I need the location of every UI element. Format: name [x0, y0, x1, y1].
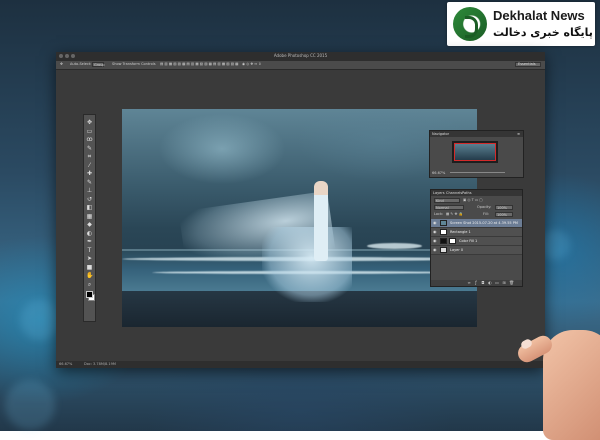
kind-filter-label: Kind	[436, 199, 444, 203]
layers-footer: ∞ ƒ ◘ ◐ ▭ ⊞ 🗑	[431, 280, 522, 286]
title-bar: Adobe Photoshop CC 2015	[56, 52, 545, 61]
visibility-eye-icon[interactable]: ◉	[433, 221, 437, 225]
layer-name: Color Fill 1	[459, 239, 478, 243]
tab-layers[interactable]: Layers	[433, 191, 445, 195]
marquee-icon[interactable]: ▭	[86, 128, 93, 135]
align-buttons-icon[interactable]: ▤ ▥ ▦ ▧ ▨ ▩ ▤ ▥ ▦ ▧ ▨ ▩ ▤ ▥ ▦ ▧ ▨ ▩	[160, 62, 238, 66]
layer-row[interactable]: ◉ Color Fill 1	[431, 237, 522, 246]
layer-mask-thumbnail[interactable]	[449, 238, 456, 244]
history-brush-icon[interactable]: ↺	[86, 196, 93, 203]
bandage-icon[interactable]: ✚	[86, 170, 93, 177]
blend-mode-value: Normal	[436, 206, 449, 210]
lock-label: Lock:	[434, 212, 444, 216]
layer-name: Screen Shot 2015-07-20 at 4.39.55 PM	[450, 221, 518, 225]
bokeh-light	[20, 300, 60, 340]
arrow-icon[interactable]: ➤	[86, 255, 93, 262]
woman-figure	[314, 181, 328, 261]
opacity-field[interactable]: 100%	[495, 205, 513, 210]
blend-mode-dropdown[interactable]: Normal	[434, 205, 464, 210]
layer-thumbnail[interactable]	[440, 238, 447, 244]
status-zoom[interactable]: 66.67%	[59, 362, 72, 366]
visibility-eye-icon[interactable]: ◉	[433, 248, 437, 252]
opacity-label: Opacity:	[477, 205, 492, 209]
navigator-zoom-slider[interactable]	[450, 172, 505, 173]
lock-icons[interactable]: ▦ ✎ ✥ 🔒	[446, 212, 463, 217]
type-icon[interactable]: T	[86, 247, 93, 254]
lasso-icon[interactable]: ꝏ	[86, 136, 93, 143]
layer-row[interactable]: ◉ Layer 0	[431, 246, 522, 255]
visibility-eye-icon[interactable]: ◉	[433, 239, 437, 243]
opacity-value: 100%	[497, 206, 508, 210]
blur-icon[interactable]: ◆	[86, 221, 93, 228]
navigator-zoom-value[interactable]: 66.67%	[432, 171, 445, 175]
document-canvas[interactable]	[122, 109, 477, 327]
link-layers-icon[interactable]: ∞	[467, 281, 471, 285]
layer-thumbnail[interactable]	[440, 247, 447, 253]
foreground-color-swatch[interactable]	[86, 291, 93, 298]
layer-style-icon[interactable]: ƒ	[474, 281, 478, 285]
move-tool-preset-icon[interactable]: ✥	[60, 62, 63, 66]
window-title: Adobe Photoshop CC 2015	[273, 53, 328, 58]
pen-icon[interactable]: ✒	[86, 238, 93, 245]
dodge-icon[interactable]: ◐	[86, 230, 93, 237]
stamp-icon[interactable]: ⊥	[86, 187, 93, 194]
delete-layer-icon[interactable]: 🗑	[509, 281, 514, 285]
rectangle-icon[interactable]: ■	[86, 264, 93, 271]
panel-menu-icon[interactable]: ≡	[517, 132, 520, 136]
photoshop-window: Adobe Photoshop CC 2015 ✥ Auto-Select: G…	[56, 52, 545, 368]
layers-panel: Layers Channels Paths Kind ▣ ◎ T ▭ ▢ Nor…	[430, 189, 523, 287]
eyedropper-icon[interactable]: ⁄	[86, 162, 93, 169]
visibility-eye-icon[interactable]: ◉	[433, 230, 437, 234]
brush-icon[interactable]: ✎	[86, 179, 93, 186]
workspace-dropdown[interactable]: Essentials	[515, 62, 541, 67]
navigator-panel: Navigator ≡ 66.67%	[429, 130, 524, 178]
auto-select-dropdown[interactable]: Group	[92, 62, 105, 67]
layers-tab-strip: Layers Channels Paths	[431, 190, 522, 196]
zoom-icon[interactable]: ⌕	[86, 281, 93, 288]
logo-title: Dekhalat News	[493, 8, 585, 23]
adjustment-layer-icon[interactable]: ◐	[488, 281, 492, 285]
new-layer-icon[interactable]: ⊞	[502, 281, 506, 285]
logo-mark-icon	[453, 7, 487, 41]
layer-row[interactable]: ◉ Rectangle 1	[431, 228, 522, 237]
logo-subtitle: پایگاه خبری دخالت	[493, 26, 593, 39]
tab-channels[interactable]: Channels	[446, 191, 462, 195]
navigator-tab-strip: Navigator ≡	[430, 131, 523, 137]
transform-controls-checkbox[interactable]: Show Transform Controls	[112, 62, 156, 66]
bokeh-light	[5, 380, 55, 430]
quick-select-icon[interactable]: ✎	[86, 145, 93, 152]
add-mask-icon[interactable]: ◘	[481, 281, 485, 285]
new-group-icon[interactable]: ▭	[495, 281, 499, 285]
fill-label: Fill:	[483, 212, 489, 216]
layer-row[interactable]: ◉ Screen Shot 2015-07-20 at 4.39.55 PM	[431, 219, 522, 228]
layer-thumbnail[interactable]	[440, 229, 447, 235]
tab-navigator[interactable]: Navigator	[432, 132, 449, 136]
tools-panel: ✥ ▭ ꝏ ✎ ⌗ ⁄ ✚ ✎ ⊥ ↺ ◧ ▦ ◆ ◐ ✒ T ➤ ■ ✋ ⌕	[83, 114, 96, 322]
fill-field[interactable]: 100%	[495, 212, 513, 217]
auto-select-value: Group	[94, 63, 105, 67]
layer-name: Layer 0	[450, 248, 464, 252]
navigator-preview[interactable]	[452, 141, 498, 163]
flowing-dress	[262, 227, 352, 302]
crop-icon[interactable]: ⌗	[86, 153, 93, 160]
watermark-logo: Dekhalat News پایگاه خبری دخالت	[447, 2, 595, 46]
layer-name: Rectangle 1	[450, 230, 471, 234]
status-bar: 66.67% Doc: 3.78M/8.19M	[56, 361, 545, 368]
auto-select-checkbox-label[interactable]: Auto-Select:	[70, 62, 91, 66]
move-icon[interactable]: ✥	[86, 119, 93, 126]
layer-thumbnail[interactable]	[440, 220, 447, 226]
eraser-icon[interactable]: ◧	[86, 204, 93, 211]
status-doc-size[interactable]: Doc: 3.78M/8.19M	[84, 362, 116, 366]
wave	[367, 243, 422, 249]
hand-icon[interactable]: ✋	[86, 272, 93, 279]
3d-mode-icon[interactable]: ◉ ◎ ✥ ⇔ ⇕	[242, 62, 261, 66]
gradient-icon[interactable]: ▦	[86, 213, 93, 220]
fill-value: 100%	[497, 213, 508, 217]
kind-filter-dropdown[interactable]: Kind	[434, 198, 460, 203]
tab-paths[interactable]: Paths	[462, 191, 472, 195]
filter-icons[interactable]: ▣ ◎ T ▭ ▢	[463, 198, 483, 203]
hand	[505, 322, 600, 440]
navigator-view-box[interactable]	[454, 143, 496, 161]
options-bar: ✥ Auto-Select: Group Show Transform Cont…	[56, 61, 545, 70]
